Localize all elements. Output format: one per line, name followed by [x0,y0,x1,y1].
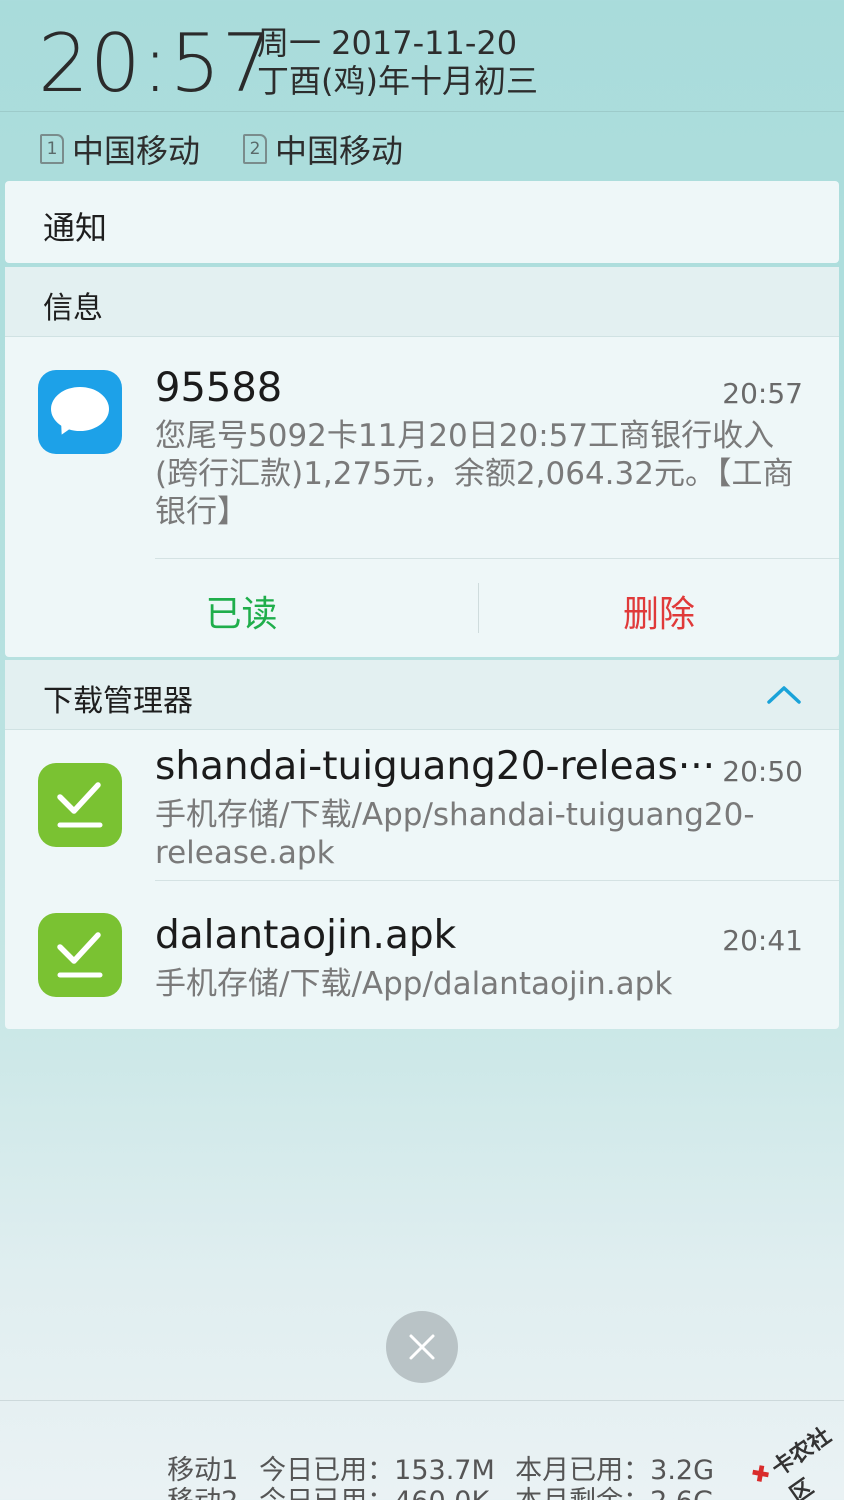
download-item-time: 20:50 [722,755,803,788]
clear-notifications-button[interactable] [386,1311,458,1383]
sim-carriers: 1 中国移动 2 中国移动 [0,112,844,178]
downloads-section-header[interactable]: 下载管理器 [5,660,839,730]
sim-card-icon: 1 [40,134,64,164]
data-usage-month: 本月剩余：2.6G [515,1479,714,1500]
delete-button[interactable]: 删除 [479,585,839,637]
close-icon [409,1334,435,1360]
download-item-title[interactable]: dalantaojin.apk [155,913,456,958]
messages-section-header: 信息 [5,267,839,337]
messages-section-title: 信息 [43,291,103,326]
message-time: 20:57 [722,377,803,410]
download-item-path: 手机存储/下载/App/dalantaojin.apk [155,966,673,1002]
download-item-path: 手机存储/下载/App/shandai-tuiguang20-release.a… [155,797,755,871]
sim-2: 2 中国移动 [243,126,403,172]
message-notification-card[interactable]: 信息 95588 20:57 您尾号5092卡11月20日20:57工商银行收入… [5,267,839,657]
clock: 20:57 [38,17,274,110]
data-usage-sim: 移动2 [167,1479,259,1500]
sim-carrier-label: 中国移动 [275,132,404,170]
sim-card-icon: 2 [243,134,267,164]
lunar-date-text: 丁酉(鸡)年十月初三 [257,62,538,100]
date-text: 周一 2017-11-20 [257,24,518,62]
message-bubble-icon [38,370,122,454]
downloads-section-title: 下载管理器 [43,684,193,719]
message-body: 您尾号5092卡11月20日20:57工商银行收入(跨行汇款)1,275元，余额… [155,418,794,530]
sim-carrier-label: 中国移动 [72,132,201,170]
divider [155,880,839,881]
download-item-time: 20:41 [722,924,803,957]
notifications-header: 通知 [5,181,839,263]
lockscreen-header: 20:57 周一 2017-11-20 丁酉(鸡)年十月初三 [0,0,844,112]
chevron-up-icon[interactable] [767,684,801,704]
divider [0,1400,844,1401]
message-sender: 95588 [155,365,283,411]
sim-1: 1 中国移动 [40,126,200,172]
notifications-title: 通知 [43,209,108,247]
data-usage-row: 移动2今日已用：460.0K本月剩余：2.6G [150,1448,714,1500]
divider [155,558,839,559]
download-manager-card: 下载管理器 shandai-tuiguang20-releas··· 20:50… [5,660,839,1029]
data-usage-today: 今日已用：460.0K [259,1479,515,1500]
download-complete-icon [38,763,122,847]
download-item-title[interactable]: shandai-tuiguang20-releas··· [155,744,715,789]
watermark-text: 卡农社区 [767,1423,836,1500]
watermark-logo: ✖ 卡农社区 [733,1396,844,1500]
download-complete-icon [38,913,122,997]
mark-read-button[interactable]: 已读 [5,585,478,637]
